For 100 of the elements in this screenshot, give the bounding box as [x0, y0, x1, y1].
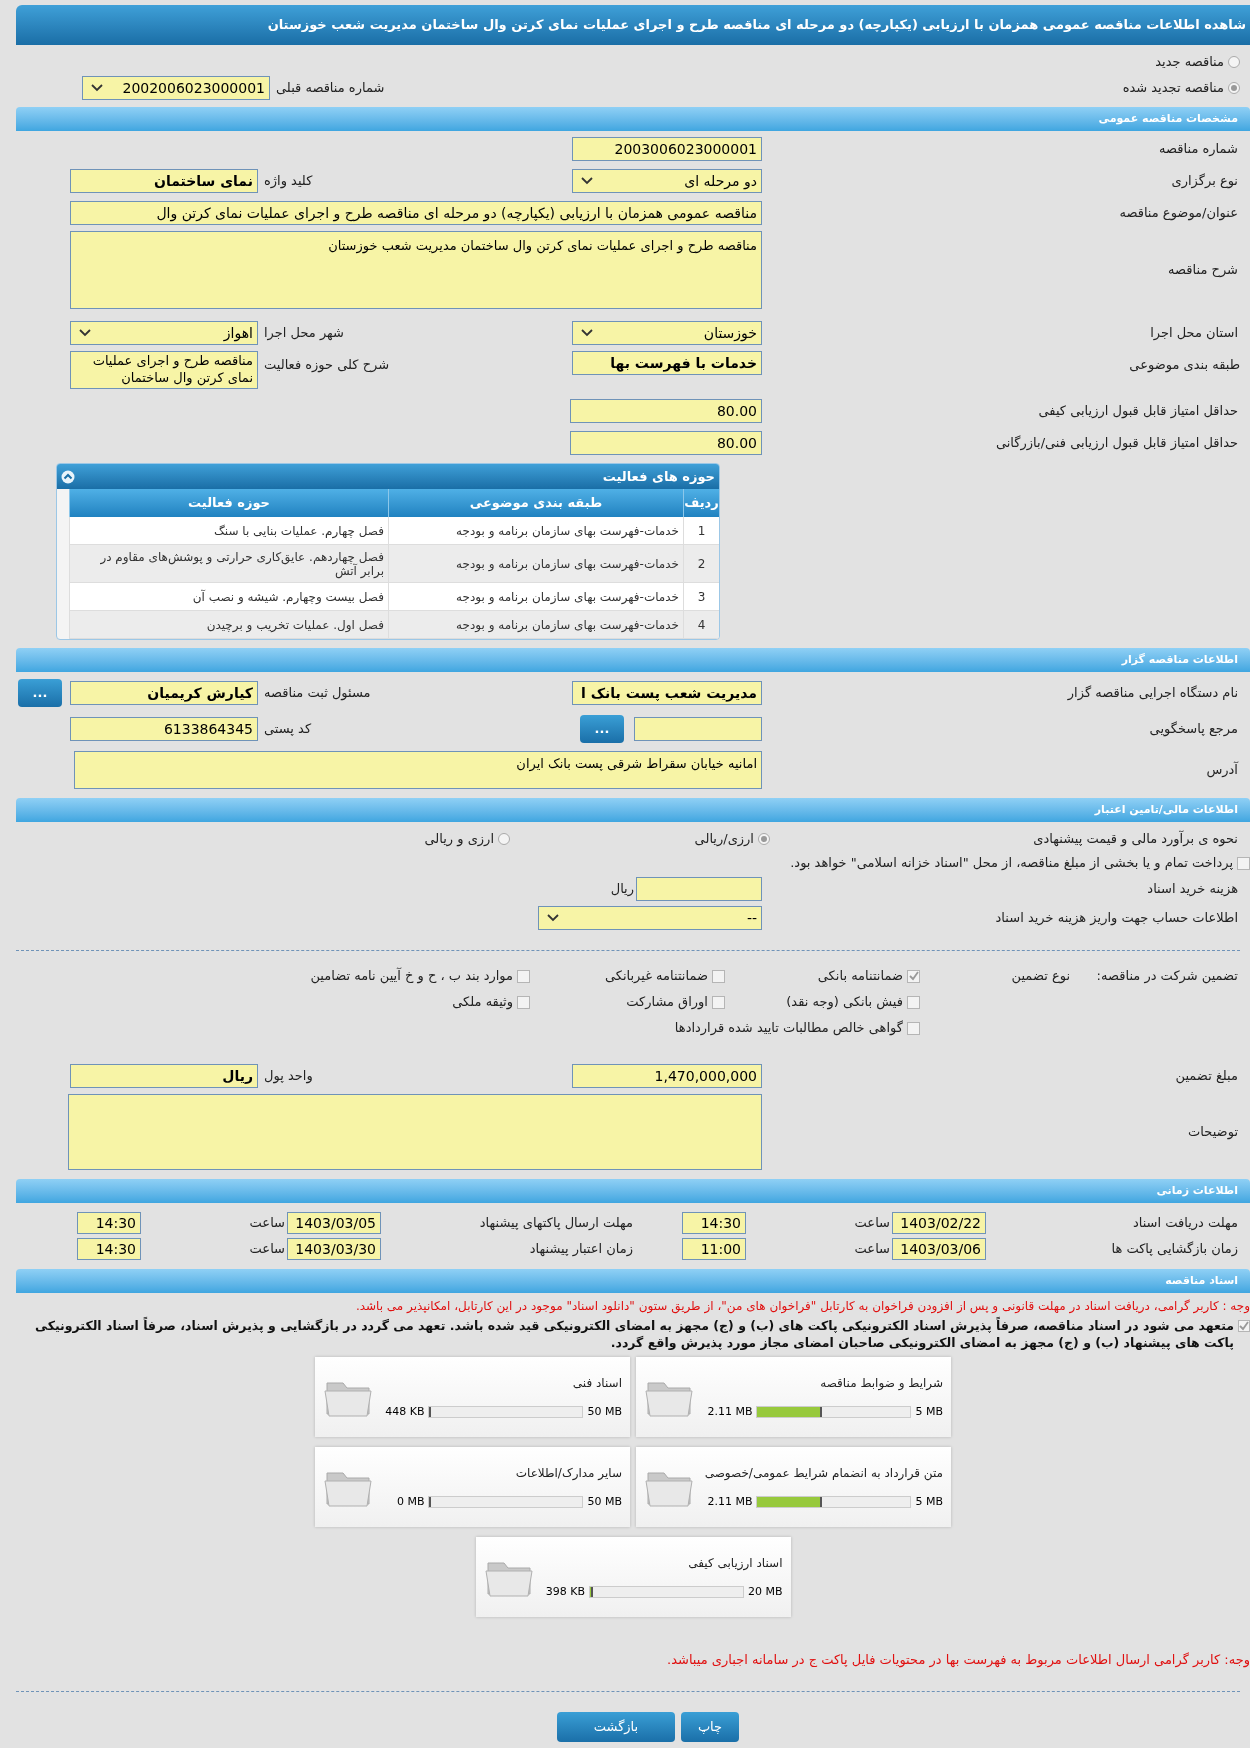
table-cell: 2 [683, 545, 719, 582]
collapse-icon[interactable] [61, 469, 75, 484]
checkbox[interactable] [517, 995, 530, 1009]
back-button[interactable]: بازگشت [557, 1712, 675, 1742]
field-label: شرح کلی حوزه فعالیت [264, 356, 390, 375]
document-name[interactable]: متن قرارداد به انضمام شرایط عمومی/خصوصی [704, 1463, 943, 1482]
checkbox[interactable] [1238, 1320, 1250, 1332]
field-label: مسئول ثبت مناقصه [264, 684, 371, 703]
text-area[interactable]: امانیه خیابان سقراط شرقی پست بانک ایران [74, 751, 762, 789]
field-label: حداقل امتیاز قابل قبول ارزیابی کیفی [1038, 402, 1238, 421]
table-cell: خدمات-فهرست بهای سازمان برنامه و بودجه [388, 545, 683, 582]
text-field[interactable]: خدمات با فهرست بها [572, 351, 762, 375]
field-label: مرجع پاسخگویی [1149, 720, 1238, 739]
radio-button[interactable] [758, 833, 770, 845]
radio-button[interactable] [1228, 56, 1240, 68]
text-field[interactable]: 6133864345 [70, 717, 258, 741]
text-area[interactable]: مناقصه طرح و اجرای عملیات نمای کرتن وال ساختمان [70, 351, 258, 389]
text-field[interactable]: مناقصه عمومی همزمان با ارزیابی (یکپارچه) دو مرحله ای مناقصه طرح و اجرای عملیات نمای کرتن وال [70, 201, 762, 225]
field-label: مناقصه تجدید شده [1122, 79, 1224, 98]
field-label: کلید واژه [264, 172, 313, 191]
text-field[interactable]: 80.00 [570, 431, 762, 455]
text-field[interactable]: 11:00 [682, 1238, 746, 1260]
checkbox[interactable] [517, 969, 530, 983]
field-label: واحد پول [264, 1067, 313, 1086]
text-field[interactable]: 1403/03/06 [892, 1238, 986, 1260]
text-field[interactable]: کیارش کریمیان [70, 681, 258, 705]
print-button[interactable]: چاپ [681, 1712, 739, 1742]
table-cell: 4 [683, 611, 719, 638]
field-label: آدرس [1206, 760, 1238, 780]
field-label: ضمانتنامه بانکی [817, 967, 903, 986]
text-field[interactable] [636, 877, 762, 901]
text-field[interactable]: 1403/03/05 [287, 1212, 381, 1234]
field-label: ضمانتنامه غیربانکی [604, 967, 708, 986]
field-label: زمان بازگشایی پاکت ها [1111, 1240, 1238, 1259]
text-field[interactable]: نمای ساختمان [70, 169, 258, 193]
section-header: اطلاعات مالی/تامین اعتبار [16, 798, 1250, 822]
text-field[interactable]: 14:30 [682, 1212, 746, 1234]
dropdown-field[interactable]: 2002006023000001 [82, 76, 270, 100]
notice-text: وجه : کاربر گرامی، دریافت اسناد در مهلت قانونی و پس از افزودن فراخوان به کارتابل "فراخوان های من"، از طریق ستون "دانلود اسناد" موجود در این کارتابل، امکانپذیر می باشد. [354, 1298, 1250, 1315]
file-size: 2.11 MB [707, 1493, 753, 1510]
file-size: 0 MB [396, 1493, 425, 1510]
max-size: 5 MB [915, 1493, 943, 1510]
field-label: نوع برگزاری [1171, 172, 1238, 191]
text-field[interactable] [634, 717, 762, 741]
warning-text: وجه: کاربر گرامی ارسال اطلاعات مربوط به فهرست بها در محتویات فایل پاکت ج در سامانه اجباری میباشد. [667, 1652, 1250, 1667]
field-label: زمان اعتبار پیشنهاد [529, 1240, 633, 1259]
text-area[interactable]: مناقصه طرح و اجرای عملیات نمای کرتن وال ساختمان مدیریت شعب خوزستان [70, 231, 762, 309]
text-field[interactable]: 2003006023000001 [572, 137, 762, 161]
field-label: ساعت [854, 1214, 890, 1233]
checkbox[interactable] [907, 969, 920, 983]
radio-button[interactable] [1228, 82, 1240, 94]
text-field[interactable]: 1403/03/30 [287, 1238, 381, 1260]
dropdown-field[interactable]: خوزستان [572, 321, 762, 345]
document-name[interactable]: سایر مدارک/اطلاعات [515, 1463, 622, 1482]
section-header: اطلاعات مناقصه گزار [16, 648, 1250, 672]
radio-button[interactable] [498, 833, 510, 845]
section-header: مشخصات مناقصه عمومی [16, 107, 1250, 131]
checkbox[interactable] [712, 995, 725, 1009]
text-field[interactable]: مدیریت شعب پست بانک ا [572, 681, 762, 705]
text-field[interactable]: 1403/02/22 [892, 1212, 986, 1234]
document-name[interactable]: شرایط و ضوابط مناقصه [820, 1373, 943, 1392]
checkbox[interactable] [907, 1021, 920, 1035]
chevron-down-icon [91, 84, 103, 92]
field-label: شهر محل اجرا [264, 324, 344, 343]
field-label: ساعت [249, 1240, 285, 1259]
browse-button[interactable]: ... [580, 715, 624, 743]
field-label: نحوه ی برآورد مالی و قیمت پیشنهادی [1033, 829, 1238, 849]
field-label: مهلت دریافت اسناد [1132, 1214, 1238, 1233]
document-name[interactable]: اسناد ارزیابی کیفی [688, 1553, 783, 1572]
field-label: اوراق مشارکت [626, 993, 708, 1012]
text-field[interactable]: 14:30 [77, 1238, 141, 1260]
checkbox[interactable] [712, 969, 725, 983]
document-name[interactable]: اسناد فنی [572, 1373, 622, 1392]
dropdown-field[interactable]: اهواز [70, 321, 258, 345]
checkbox[interactable] [907, 995, 920, 1009]
table-cell: خدمات-فهرست بهای سازمان برنامه و بودجه [388, 583, 683, 610]
dropdown-field[interactable]: دو مرحله ای [572, 169, 762, 193]
table-cell: خدمات-فهرست بهای سازمان برنامه و بودجه [388, 517, 683, 544]
field-label: پرداخت تمام و یا بخشی از مبلغ مناقصه، از محل "اسناد خزانه اسلامی" خواهد بود. [790, 854, 1233, 873]
browse-button[interactable]: ... [18, 679, 62, 707]
section-header: اطلاعات زمانی [16, 1179, 1250, 1203]
text-field[interactable]: 1,470,000,000 [572, 1064, 762, 1088]
file-size: 448 KB [385, 1403, 425, 1420]
text-field[interactable]: ریال [70, 1064, 258, 1088]
section-header: اسناد مناقصه [16, 1269, 1250, 1293]
dropdown-field[interactable]: -- [538, 906, 762, 930]
field-label: شماره مناقصه [1159, 140, 1238, 159]
field-label: گواهی خالص مطالبات تایید شده قراردادها [674, 1019, 903, 1038]
chevron-down-icon [581, 177, 593, 185]
table-cell: 3 [683, 583, 719, 610]
chevron-down-icon [79, 329, 91, 337]
field-label: حداقل امتیاز قابل قبول ارزیابی فنی/بازرگانی [995, 434, 1238, 453]
text-field[interactable]: 14:30 [77, 1212, 141, 1234]
field-label: توضیحات [1188, 1123, 1238, 1142]
text-area[interactable] [68, 1094, 762, 1170]
chevron-down-icon [581, 329, 593, 337]
field-label: مبلغ تضمین [1175, 1067, 1238, 1086]
text-field[interactable]: 80.00 [570, 399, 762, 423]
field-label: ارزی و ریالی [424, 830, 494, 849]
checkbox[interactable] [1237, 856, 1250, 870]
